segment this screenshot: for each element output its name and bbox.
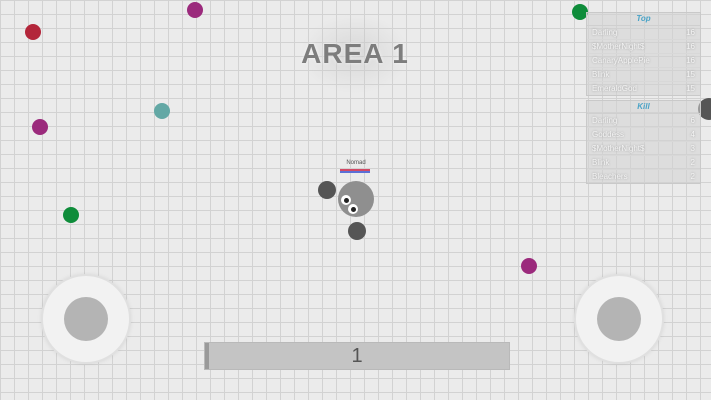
leaderboard-name: Darling	[592, 28, 618, 37]
score-value: 1	[351, 344, 363, 367]
food-dot-purple	[187, 2, 203, 18]
killboard: Kill Darling 6 Goddess 4 $MotherNight$ 3 Bl…	[586, 100, 701, 184]
leaderboard-name: Blink	[592, 70, 610, 79]
leaderboard-title: Top	[587, 13, 700, 26]
killboard-row: Darling 6	[587, 114, 700, 128]
aim-joystick-knob[interactable]	[597, 297, 641, 341]
killboard-score: 6	[690, 116, 695, 125]
killboard-row: Goddess 4	[587, 128, 700, 142]
player-eye-right	[348, 204, 358, 214]
score-progress-fill	[205, 343, 209, 369]
player-eye-left	[341, 195, 351, 205]
leaderboard-name: EmeraldGod	[592, 84, 637, 93]
food-dot-teal	[154, 103, 170, 119]
killboard-score: 3	[690, 144, 695, 153]
leaderboard-row: CanaryApplePie 16	[587, 54, 700, 68]
leaderboard-name: CanaryApplePie	[592, 56, 650, 65]
leaderboard-row: EmeraldGod 15	[587, 82, 700, 95]
player-hand-right	[348, 222, 366, 240]
area-title-text: AREA 1	[301, 38, 409, 69]
area-title: AREA 1	[300, 14, 410, 94]
leaderboard-name: $MotherNight$	[592, 42, 645, 51]
move-joystick-knob[interactable]	[64, 297, 108, 341]
killboard-name: $MotherNight$	[592, 144, 645, 153]
food-dot-red	[25, 24, 41, 40]
killboard-score: 2	[690, 158, 695, 167]
food-dot-green	[63, 207, 79, 223]
killboard-score: 2	[690, 172, 695, 181]
killboard-row: Bleachers 2	[587, 170, 700, 183]
move-joystick[interactable]	[41, 274, 131, 364]
killboard-row: $MotherNight$ 3	[587, 142, 700, 156]
pupil-icon	[344, 198, 349, 203]
killboard-name: Blink	[592, 158, 610, 167]
leaderboard: Top Darling 16 $MotherNight$ 16 CanaryAppl…	[586, 12, 701, 96]
leaderboard-row: Blink 15	[587, 68, 700, 82]
killboard-name: Bleachers	[592, 172, 628, 181]
pupil-icon	[351, 207, 356, 212]
killboard-row: Blink 2	[587, 156, 700, 170]
leaderboard-score: 16	[686, 42, 695, 51]
killboard-name: Goddess	[592, 130, 625, 139]
leaderboard-score: 16	[686, 28, 695, 37]
killboard-title: Kill	[587, 101, 700, 114]
player-health-bar	[340, 169, 370, 173]
food-dot-purple	[521, 258, 537, 274]
food-dot-purple	[32, 119, 48, 135]
aim-joystick[interactable]	[574, 274, 664, 364]
killboard-score: 4	[690, 130, 695, 139]
leaderboard-score: 16	[686, 56, 695, 65]
killboard-name: Darling	[592, 116, 618, 125]
leaderboard-row: $MotherNight$ 16	[587, 40, 700, 54]
player-cell	[338, 181, 374, 217]
score-bar: 1	[204, 342, 510, 370]
player-name: Nomad	[346, 160, 366, 166]
leaderboard-score: 15	[686, 70, 695, 79]
player-hand-left	[318, 181, 336, 199]
leaderboard-row: Darling 16	[587, 26, 700, 40]
player-shield-fill	[340, 171, 370, 173]
leaderboard-score: 15	[686, 84, 695, 93]
